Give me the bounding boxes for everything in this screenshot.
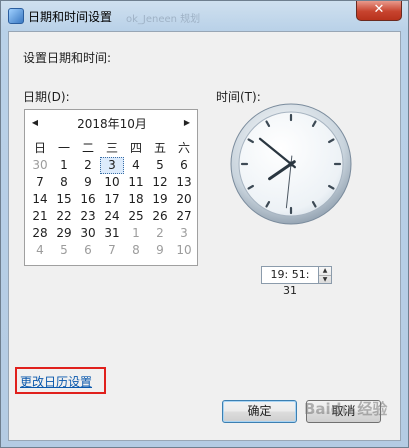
calendar-day[interactable]: 13 bbox=[172, 174, 196, 191]
weekday-header: 一 bbox=[57, 141, 70, 155]
date-time-settings-window: 日期和时间设置 ok_Jeneen 规划 ✕ 设置日期和时间: 日期(D): 时… bbox=[0, 0, 409, 448]
calendar-day[interactable]: 17 bbox=[100, 191, 124, 208]
calendar-day[interactable]: 26 bbox=[148, 208, 172, 225]
calendar-day[interactable]: 4 bbox=[28, 242, 52, 259]
calendar-day[interactable]: 1 bbox=[52, 157, 76, 174]
calendar-day[interactable]: 14 bbox=[28, 191, 52, 208]
calendar: ◀ 2018年10月 ▶ 日一二三四五六 30 1 2 3 4 5 6 7 8 9 10 11 12 13 1… bbox=[24, 109, 198, 266]
calendar-day[interactable]: 5 bbox=[52, 242, 76, 259]
calendar-day[interactable]: 24 bbox=[100, 208, 124, 225]
calendar-day[interactable]: 11 bbox=[124, 174, 148, 191]
calendar-day[interactable]: 3 bbox=[172, 225, 196, 242]
calendar-day[interactable]: 30 bbox=[28, 157, 52, 174]
calendar-day[interactable]: 29 bbox=[52, 225, 76, 242]
time-spinner[interactable]: ▲ ▼ bbox=[319, 266, 332, 284]
dialog-body: 设置日期和时间: 日期(D): 时间(T): ◀ 2018年10月 ▶ 日一二三… bbox=[8, 31, 401, 441]
clock-app-icon bbox=[8, 8, 24, 24]
clock-face-icon bbox=[230, 103, 352, 225]
calendar-day[interactable]: 28 bbox=[28, 225, 52, 242]
calendar-grid: 日一二三四五六 30 1 2 3 4 5 6 7 8 9 10 11 12 13 14 15 16 17 18 19 20… bbox=[28, 140, 196, 259]
close-button[interactable]: ✕ bbox=[356, 1, 402, 21]
weekday-header: 五 bbox=[153, 141, 166, 155]
calendar-day[interactable]: 25 bbox=[124, 208, 148, 225]
page-heading: 设置日期和时间: bbox=[23, 51, 112, 65]
next-month-icon[interactable]: ▶ bbox=[182, 117, 192, 129]
calendar-day[interactable]: 7 bbox=[100, 242, 124, 259]
calendar-day[interactable]: 20 bbox=[172, 191, 196, 208]
calendar-day[interactable]: 8 bbox=[124, 242, 148, 259]
calendar-day[interactable]: 6 bbox=[76, 242, 100, 259]
calendar-day[interactable]: 16 bbox=[76, 191, 100, 208]
calendar-day[interactable]: 30 bbox=[76, 225, 100, 242]
highlight-box: 更改日历设置 bbox=[15, 367, 106, 394]
weekday-header: 六 bbox=[177, 141, 190, 155]
calendar-day[interactable]: 19 bbox=[148, 191, 172, 208]
spin-up-icon[interactable]: ▲ bbox=[319, 267, 331, 275]
calendar-day[interactable]: 21 bbox=[28, 208, 52, 225]
title-bar[interactable]: 日期和时间设置 ok_Jeneen 规划 ✕ bbox=[1, 1, 408, 31]
calendar-day[interactable]: 10 bbox=[100, 174, 124, 191]
calendar-day[interactable]: 2 bbox=[148, 225, 172, 242]
weekday-header: 三 bbox=[105, 141, 118, 155]
calendar-day[interactable]: 31 bbox=[100, 225, 124, 242]
analog-clock bbox=[229, 102, 353, 226]
calendar-day[interactable]: 4 bbox=[124, 157, 148, 174]
calendar-day[interactable]: 18 bbox=[124, 191, 148, 208]
calendar-day[interactable]: 2 bbox=[76, 157, 100, 174]
window-title: 日期和时间设置 bbox=[28, 10, 113, 24]
calendar-day[interactable]: 10 bbox=[172, 242, 196, 259]
calendar-day[interactable]: 3 bbox=[100, 157, 124, 174]
weekday-header: 二 bbox=[81, 141, 94, 155]
calendar-day[interactable]: 5 bbox=[148, 157, 172, 174]
date-label: 日期(D): bbox=[23, 90, 70, 104]
calendar-day[interactable]: 27 bbox=[172, 208, 196, 225]
weekday-header: 四 bbox=[129, 141, 142, 155]
calendar-day[interactable]: 7 bbox=[28, 174, 52, 191]
calendar-month-title[interactable]: 2018年10月 bbox=[55, 115, 169, 132]
ok-button[interactable]: 确定 bbox=[222, 400, 297, 423]
baidu-watermark: Baidu 经验 bbox=[304, 400, 388, 418]
change-calendar-settings-link[interactable]: 更改日历设置 bbox=[20, 373, 92, 390]
weekday-header: 日 bbox=[33, 141, 46, 155]
calendar-day[interactable]: 12 bbox=[148, 174, 172, 191]
calendar-day[interactable]: 8 bbox=[52, 174, 76, 191]
spin-down-icon[interactable]: ▼ bbox=[319, 275, 331, 284]
title-overlay-text: ok_Jeneen 规划 bbox=[126, 14, 201, 25]
calendar-day[interactable]: 9 bbox=[76, 174, 100, 191]
calendar-day[interactable]: 1 bbox=[124, 225, 148, 242]
calendar-day[interactable]: 9 bbox=[148, 242, 172, 259]
calendar-day[interactable]: 6 bbox=[172, 157, 196, 174]
calendar-day[interactable]: 22 bbox=[52, 208, 76, 225]
calendar-day[interactable]: 23 bbox=[76, 208, 100, 225]
previous-month-icon[interactable]: ◀ bbox=[30, 117, 40, 129]
time-input[interactable]: 19: 51: 31 bbox=[261, 266, 319, 297]
calendar-day[interactable]: 15 bbox=[52, 191, 76, 208]
